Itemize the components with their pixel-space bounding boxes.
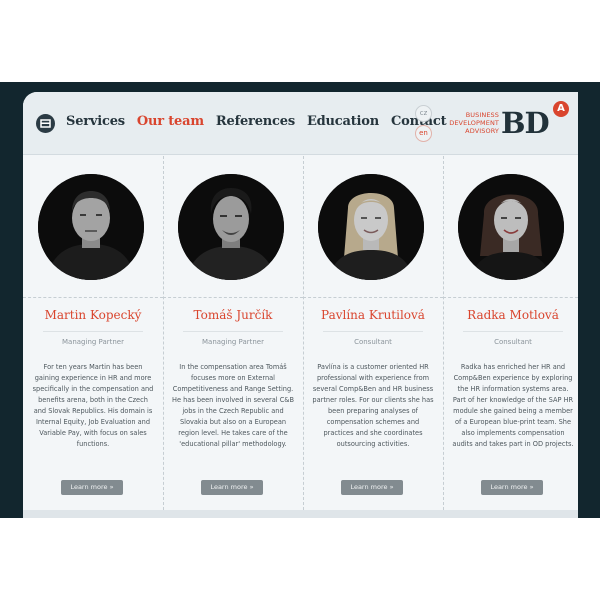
nav-item-education[interactable]: Education [307, 114, 379, 134]
member-bio: For ten years Martin has been gaining ex… [32, 363, 154, 448]
member-name: Radka Motlová [467, 308, 559, 322]
card-divider [443, 297, 578, 298]
learn-more-button[interactable]: Learn more » [481, 480, 543, 495]
logo-mark[interactable]: BD [501, 108, 550, 138]
member-role: Consultant [494, 338, 532, 346]
name-underline [183, 331, 283, 332]
learn-more-button[interactable]: Learn more » [61, 480, 123, 495]
nav-item-our-team[interactable]: Our team [137, 114, 204, 134]
member-role: Managing Partner [62, 338, 124, 346]
team-member-card: Radka Motlová Consultant Radka has enric… [443, 156, 578, 510]
member-photo [178, 174, 284, 280]
main-nav: Services Our team References Education C… [66, 114, 458, 134]
language-en-button[interactable]: en [415, 125, 432, 142]
learn-more-button[interactable]: Learn more » [201, 480, 263, 495]
team-grid: Martin Kopecký Managing Partner For ten … [23, 156, 578, 510]
name-underline [43, 331, 143, 332]
logo-line-2: DEVELOPMENT [449, 119, 499, 127]
team-member-card: Pavlína Krutilová Consultant Pavlína is … [303, 156, 444, 510]
logo-line-1: BUSINESS [465, 111, 499, 119]
member-photo [318, 174, 424, 280]
member-bio: Pavlína is a customer oriented HR profes… [312, 363, 434, 448]
logo-line-3: ADVISORY [465, 127, 499, 135]
name-underline [463, 331, 563, 332]
language-cz-button[interactable]: cz [415, 105, 432, 122]
member-bio: In the compensation area Tomáš focuses m… [172, 363, 294, 448]
member-name: Pavlína Krutilová [321, 308, 425, 322]
member-bio: Radka has enriched her HR and Comp&Ben e… [452, 363, 574, 448]
member-photo [458, 174, 564, 280]
nav-item-references[interactable]: References [216, 114, 295, 134]
logo-badge: A [553, 101, 569, 117]
member-photo [38, 174, 144, 280]
nav-item-services[interactable]: Services [66, 114, 125, 134]
home-button[interactable] [36, 114, 55, 133]
member-role: Consultant [354, 338, 392, 346]
team-member-card: Tomáš Jurčík Managing Partner In the com… [163, 156, 304, 510]
card-divider [23, 297, 163, 298]
footer-strip [23, 510, 578, 518]
header: Services Our team References Education C… [23, 92, 578, 155]
name-underline [323, 331, 423, 332]
member-role: Managing Partner [202, 338, 264, 346]
team-member-card: Martin Kopecký Managing Partner For ten … [23, 156, 164, 510]
card-divider [303, 297, 443, 298]
logo-tagline: BUSINESS DEVELOPMENT ADVISORY [449, 111, 499, 135]
learn-more-button[interactable]: Learn more » [341, 480, 403, 495]
page-panel: Services Our team References Education C… [23, 92, 578, 518]
home-icon [40, 119, 51, 128]
card-divider [163, 297, 303, 298]
member-name: Martin Kopecký [44, 308, 142, 322]
member-name: Tomáš Jurčík [193, 308, 273, 322]
